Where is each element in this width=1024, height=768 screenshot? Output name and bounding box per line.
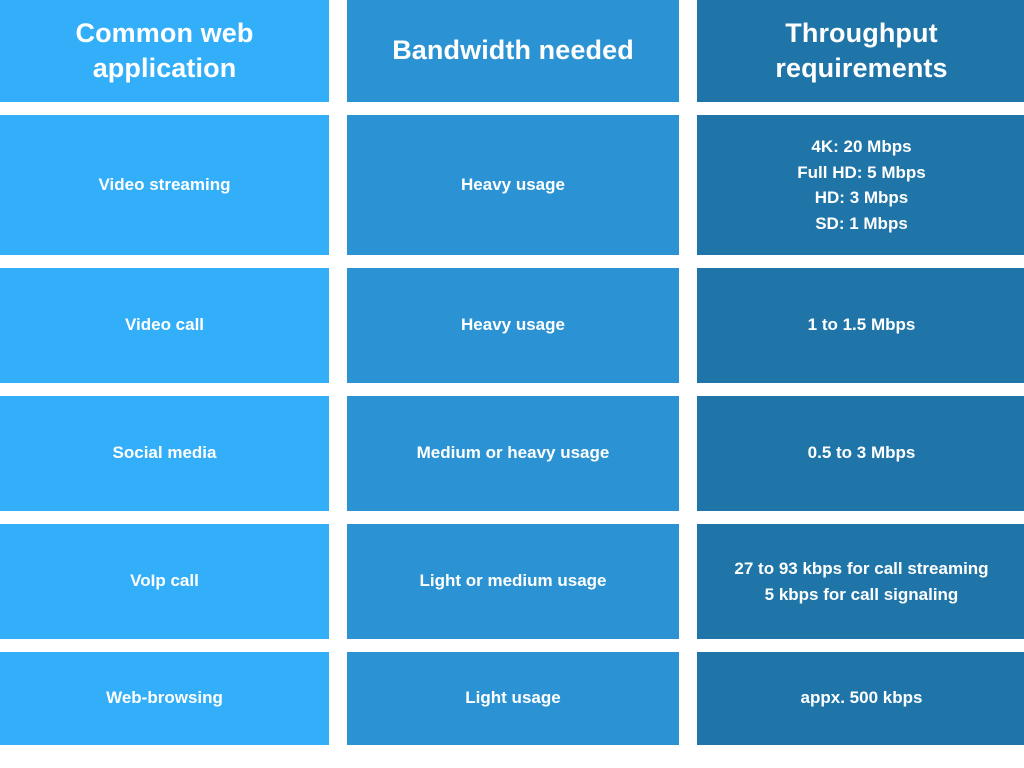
row-gap-3-b	[347, 511, 679, 524]
table-row: Heavy usage	[347, 115, 679, 255]
table-row: Video call	[0, 268, 329, 383]
text-line: SD: 1 Mbps	[815, 213, 908, 233]
cell-application: Social media	[112, 443, 217, 463]
table-row: appx. 500 kbps	[697, 652, 1024, 745]
cell-application: VoIp call	[130, 571, 199, 591]
text-line: 1 to 1.5 Mbps	[807, 315, 916, 335]
cell-throughput: 4K: 20 Mbps Full HD: 5 Mbps HD: 3 Mbps SD: …	[707, 134, 1016, 236]
cell-bandwidth: Heavy usage	[461, 315, 565, 335]
row-gap-3-c	[679, 511, 697, 524]
row-gap-4-c	[679, 639, 697, 652]
text-line: Bandwidth needed	[392, 35, 634, 66]
row-gap-3	[0, 511, 329, 524]
column-header-throughput: Throughput requirements	[697, 0, 1024, 102]
column-gap-2	[679, 652, 697, 745]
row-gap-4-d	[697, 639, 1024, 652]
cell-throughput: 27 to 93 kbps for call streaming 5 kbps f…	[707, 556, 1016, 607]
column-gap-1	[329, 396, 347, 511]
column-gap-2	[679, 0, 697, 102]
column-gap-1	[329, 268, 347, 383]
cell-throughput: 1 to 1.5 Mbps	[707, 313, 1016, 338]
table-row: Light usage	[347, 652, 679, 745]
table-row: 0.5 to 3 Mbps	[697, 396, 1024, 511]
row-gap-header	[0, 102, 329, 115]
cell-throughput: 0.5 to 3 Mbps	[707, 441, 1016, 466]
column-gap-2	[679, 268, 697, 383]
row-gap-1-a	[329, 255, 347, 268]
text-line: 5 kbps for call signaling	[764, 584, 959, 604]
text-line: 27 to 93 kbps for call streaming	[734, 559, 989, 578]
table-row: Video streaming	[0, 115, 329, 255]
cell-bandwidth: Heavy usage	[461, 174, 565, 194]
row-gap-1-b	[347, 255, 679, 268]
column-header-bandwidth: Bandwidth needed	[347, 0, 679, 102]
row-gap-3-d	[697, 511, 1024, 524]
table-row: 4K: 20 Mbps Full HD: 5 Mbps HD: 3 Mbps SD: …	[697, 115, 1024, 255]
cell-bandwidth: Medium or heavy usage	[416, 443, 610, 463]
row-gap-3-a	[329, 511, 347, 524]
cell-application: Video streaming	[98, 174, 231, 194]
row-gap-2-b	[347, 383, 679, 396]
table-row: Medium or heavy usage	[347, 396, 679, 511]
column-gap-1	[329, 115, 347, 255]
table-row: Light or medium usage	[347, 524, 679, 639]
column-gap-2	[679, 115, 697, 255]
row-gap-2-c	[679, 383, 697, 396]
column-header-throughput-text: Throughput requirements	[707, 16, 1016, 86]
column-gap-1	[329, 524, 347, 639]
column-gap-1	[329, 0, 347, 102]
table-grid: Common web application Bandwidth needed T…	[0, 0, 1024, 768]
bandwidth-requirements-table: Common web application Bandwidth needed T…	[0, 0, 1024, 768]
row-gap-1-c	[679, 255, 697, 268]
row-gap-4-b	[347, 639, 679, 652]
column-header-application: Common web application	[0, 0, 329, 102]
row-gap-4	[0, 639, 329, 652]
table-row: Web-browsing	[0, 652, 329, 745]
row-gap-1	[0, 255, 329, 268]
text-line: Throughput	[785, 17, 938, 48]
text-line: application	[92, 53, 237, 83]
text-line: 0.5 to 3 Mbps	[807, 443, 916, 463]
text-line: requirements	[775, 53, 948, 83]
text-line: Common web	[75, 17, 254, 48]
cell-throughput: appx. 500 kbps	[707, 686, 1016, 711]
row-gap-1-d	[697, 255, 1024, 268]
row-gap-header-b	[347, 102, 679, 115]
row-gap-4-a	[329, 639, 347, 652]
cell-application: Video call	[124, 315, 205, 335]
cell-bandwidth: Light or medium usage	[419, 571, 607, 591]
table-row: VoIp call	[0, 524, 329, 639]
table-row: 1 to 1.5 Mbps	[697, 268, 1024, 383]
row-gap-header-c	[679, 102, 697, 115]
cell-application: Web-browsing	[106, 688, 223, 708]
row-gap-2	[0, 383, 329, 396]
table-row: Social media	[0, 396, 329, 511]
text-line: HD: 3 Mbps	[814, 188, 909, 207]
cell-bandwidth: Light usage	[465, 688, 561, 708]
column-gap-2	[679, 524, 697, 639]
column-header-bandwidth-text: Bandwidth needed	[357, 33, 669, 68]
table-row: Heavy usage	[347, 268, 679, 383]
text-line: Full HD: 5 Mbps	[797, 162, 926, 182]
row-gap-header-d	[697, 102, 1024, 115]
text-line: 4K: 20 Mbps	[811, 137, 912, 156]
text-line: appx. 500 kbps	[800, 688, 923, 708]
row-gap-header-a	[329, 102, 347, 115]
row-gap-2-d	[697, 383, 1024, 396]
column-gap-2	[679, 396, 697, 511]
table-row: 27 to 93 kbps for call streaming 5 kbps f…	[697, 524, 1024, 639]
row-gap-2-a	[329, 383, 347, 396]
column-gap-1	[329, 652, 347, 745]
column-header-application-text: Common web application	[10, 16, 319, 86]
